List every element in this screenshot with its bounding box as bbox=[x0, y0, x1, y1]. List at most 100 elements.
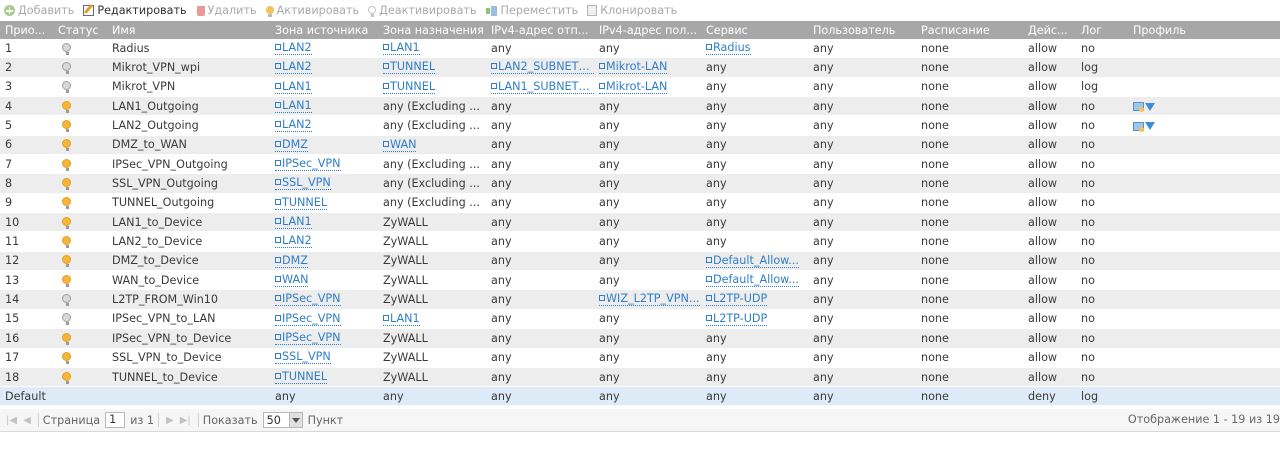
status-cell[interactable] bbox=[53, 119, 108, 133]
lightbulb-on-icon[interactable] bbox=[62, 352, 71, 365]
source-zone-cell[interactable]: IPSec_VPN bbox=[270, 157, 378, 171]
move-button[interactable]: Переместить bbox=[482, 0, 584, 21]
filter-icon[interactable] bbox=[1145, 122, 1155, 131]
ipv4-destination-cell-link[interactable]: WIZ_L2TP_VPN... bbox=[599, 293, 700, 307]
column-header-service[interactable]: Сервис bbox=[701, 24, 808, 37]
source-zone-cell-link[interactable]: IPSec_VPN bbox=[275, 332, 341, 346]
table-row[interactable]: 15 IPSec_VPN_to_LAN IPSec_VPN LAN1 any any L2T… bbox=[0, 309, 1280, 330]
table-row[interactable]: 17 SSL_VPN_to_Device SSL_VPN ZyWALL any any an… bbox=[0, 348, 1280, 368]
column-header-name[interactable]: Имя bbox=[108, 24, 270, 37]
source-zone-cell-link[interactable]: IPSec_VPN bbox=[275, 313, 341, 326]
source-zone-cell[interactable]: TUNNEL bbox=[270, 196, 378, 210]
service-cell[interactable]: Default_Allow... bbox=[701, 254, 808, 268]
table-row[interactable]: 16 IPSec_VPN_to_Device IPSec_VPN ZyWALL any a… bbox=[0, 329, 1280, 349]
status-cell[interactable] bbox=[53, 158, 108, 171]
destination-zone-cell[interactable]: TUNNEL bbox=[378, 61, 486, 75]
source-zone-cell[interactable]: LAN1 bbox=[270, 99, 378, 113]
lightbulb-on-icon[interactable] bbox=[62, 274, 71, 287]
lightbulb-on-icon[interactable] bbox=[62, 197, 71, 210]
service-cell-link[interactable]: Default_Allow... bbox=[706, 255, 799, 268]
table-row[interactable]: 10 LAN1_to_Device LAN1 ZyWALL any any any any no… bbox=[0, 213, 1280, 233]
destination-zone-cell-link[interactable]: TUNNEL bbox=[383, 61, 436, 75]
source-zone-cell-link[interactable]: LAN2 bbox=[275, 235, 312, 249]
table-row[interactable]: 7 IPSec_VPN_Outgoing IPSec_VPN any (Excludi… bbox=[0, 155, 1280, 175]
profile-cell[interactable] bbox=[1128, 119, 1280, 132]
destination-zone-cell-link[interactable]: WAN bbox=[383, 139, 417, 152]
ipv4-source-cell-link[interactable]: LAN1_SUBNET_... bbox=[491, 81, 594, 94]
lightbulb-off-icon[interactable] bbox=[62, 313, 71, 326]
table-row[interactable]: 2 Mikrot_VPN_wpi LAN2 TUNNEL LAN2_SUBNET_...… bbox=[0, 58, 1280, 78]
clone-button[interactable]: Клонировать bbox=[583, 0, 682, 21]
column-header-status[interactable]: Статус bbox=[53, 24, 108, 37]
destination-zone-cell[interactable]: LAN1 bbox=[378, 41, 486, 55]
table-row[interactable]: 4 LAN1_Outgoing LAN1 any (Excluding ... any a… bbox=[0, 97, 1280, 117]
edit-button[interactable]: Редактировать bbox=[79, 0, 191, 21]
destination-zone-cell-link[interactable]: LAN1 bbox=[383, 42, 420, 55]
source-zone-cell[interactable]: LAN2 bbox=[270, 119, 378, 133]
last-page-icon[interactable]: ▶| bbox=[180, 415, 191, 426]
delete-button[interactable]: Удалить bbox=[192, 0, 262, 21]
table-row[interactable]: 9 TUNNEL_Outgoing TUNNEL any (Excluding ...… bbox=[0, 193, 1280, 214]
status-cell[interactable] bbox=[53, 80, 108, 94]
lightbulb-off-icon[interactable] bbox=[62, 62, 71, 75]
source-zone-cell-link[interactable]: SSL_VPN bbox=[275, 351, 331, 365]
lightbulb-on-icon[interactable] bbox=[62, 120, 71, 133]
status-cell[interactable] bbox=[53, 312, 108, 326]
lightbulb-on-icon[interactable] bbox=[62, 332, 71, 345]
status-cell[interactable] bbox=[53, 216, 108, 229]
table-row[interactable]: 14 L2TP_FROM_Win10 IPSec_VPN ZyWALL any WIZ_L… bbox=[0, 290, 1280, 310]
status-cell[interactable] bbox=[53, 42, 108, 55]
source-zone-cell-link[interactable]: DMZ bbox=[275, 255, 308, 268]
service-cell-link[interactable]: Default_Allow... bbox=[706, 274, 799, 288]
status-cell[interactable] bbox=[53, 293, 108, 307]
status-cell[interactable] bbox=[53, 254, 108, 268]
profile-cell[interactable] bbox=[1128, 100, 1280, 113]
lightbulb-on-icon[interactable] bbox=[62, 139, 71, 152]
status-cell[interactable] bbox=[53, 100, 108, 113]
prev-page-icon[interactable]: ◀ bbox=[23, 415, 31, 426]
source-zone-cell[interactable]: DMZ bbox=[270, 254, 378, 268]
source-zone-cell[interactable]: IPSec_VPN bbox=[270, 312, 378, 326]
service-cell[interactable]: Default_Allow... bbox=[701, 274, 808, 288]
service-cell[interactable]: L2TP-UDP bbox=[701, 312, 808, 326]
ipv4-destination-cell-link[interactable]: Mikrot-LAN bbox=[599, 61, 668, 75]
source-zone-cell[interactable]: LAN1 bbox=[270, 216, 378, 230]
column-header-schedule[interactable]: Расписание bbox=[916, 24, 1023, 37]
destination-zone-cell[interactable]: WAN bbox=[378, 138, 486, 152]
service-cell[interactable]: Radius bbox=[701, 41, 808, 55]
activate-button[interactable]: Активировать bbox=[262, 0, 365, 21]
ipv4-destination-cell[interactable]: WIZ_L2TP_VPN... bbox=[594, 293, 701, 307]
source-zone-cell-link[interactable]: LAN1 bbox=[275, 81, 312, 94]
next-page-icon[interactable]: ▶ bbox=[166, 415, 174, 426]
column-header-ipv4-destination[interactable]: IPv4-адрес пол... bbox=[594, 24, 701, 37]
page-input[interactable]: 1 bbox=[105, 412, 126, 428]
filter-icon[interactable] bbox=[1145, 102, 1155, 111]
status-cell[interactable] bbox=[53, 371, 108, 384]
lightbulb-on-icon[interactable] bbox=[62, 216, 71, 229]
lightbulb-off-icon[interactable] bbox=[62, 81, 71, 94]
source-zone-cell[interactable]: IPSec_VPN bbox=[270, 293, 378, 307]
table-row[interactable]: 5 LAN2_Outgoing LAN2 any (Excluding ... any a… bbox=[0, 116, 1280, 136]
table-row[interactable]: 1 Radius LAN2 LAN1 any any Radius any none allow n… bbox=[0, 39, 1280, 59]
status-cell[interactable] bbox=[53, 196, 108, 210]
source-zone-cell-link[interactable]: TUNNEL bbox=[275, 371, 328, 384]
column-header-user[interactable]: Пользователь bbox=[808, 24, 916, 37]
status-cell[interactable] bbox=[53, 332, 108, 345]
source-zone-cell[interactable]: WAN bbox=[270, 274, 378, 288]
table-row[interactable]: 12 DMZ_to_Device DMZ ZyWALL any any Default_Al… bbox=[0, 251, 1280, 272]
ipv4-source-cell-link[interactable]: LAN2_SUBNET_... bbox=[491, 61, 594, 75]
ipv4-source-cell[interactable]: LAN2_SUBNET_... bbox=[486, 61, 594, 75]
source-zone-cell[interactable]: SSL_VPN bbox=[270, 351, 378, 365]
service-cell-link[interactable]: L2TP-UDP bbox=[706, 313, 768, 326]
ipv4-destination-cell[interactable]: Mikrot-LAN bbox=[594, 80, 701, 94]
destination-zone-cell-link[interactable]: LAN1 bbox=[383, 313, 420, 326]
table-row[interactable]: 3 Mikrot_VPN LAN1 TUNNEL LAN1_SUBNET_... Mikr… bbox=[0, 77, 1280, 98]
status-cell[interactable] bbox=[53, 61, 108, 75]
source-zone-cell-link[interactable]: LAN1 bbox=[275, 100, 312, 113]
status-cell[interactable] bbox=[53, 138, 108, 152]
service-cell-link[interactable]: L2TP-UDP bbox=[706, 293, 768, 307]
lightbulb-on-icon[interactable] bbox=[62, 100, 71, 113]
table-row[interactable]: 13 WAN_to_Device WAN ZyWALL any any Default_Al… bbox=[0, 271, 1280, 291]
destination-zone-cell-link[interactable]: TUNNEL bbox=[383, 81, 436, 94]
source-zone-cell[interactable]: LAN2 bbox=[270, 61, 378, 75]
